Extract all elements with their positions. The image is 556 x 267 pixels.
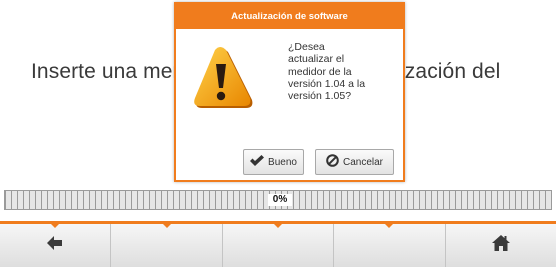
dialog-message-line: actualizar el: [288, 53, 345, 66]
cancel-button[interactable]: Cancelar: [315, 149, 394, 175]
toolbar-button-2[interactable]: [111, 224, 223, 267]
ok-label: Bueno: [268, 156, 297, 168]
dialog-message: ¿Desea actualizar el medidor de la versi…: [288, 41, 398, 102]
cancel-icon: [326, 154, 339, 170]
dialog-message-line: ¿Desea: [288, 41, 325, 53]
checkmark-icon: [250, 155, 265, 169]
ok-button[interactable]: Bueno: [243, 149, 304, 175]
update-dialog: Actualización de software ¿Desea actuali…: [174, 2, 405, 182]
progress-label: 0%: [268, 194, 292, 206]
home-icon: [491, 235, 510, 256]
dialog-message-line: medidor de la: [288, 65, 352, 78]
cancel-label: Cancelar: [342, 156, 384, 168]
toolbar-button-3[interactable]: [223, 224, 335, 267]
arrow-left-icon: [47, 236, 63, 255]
dialog-message-line: versión 1.04 a la: [288, 77, 366, 90]
dialog-message-line: versión 1.05?: [288, 90, 352, 103]
home-button[interactable]: [446, 224, 556, 267]
warning-icon: [190, 44, 254, 115]
toolbar-button-4[interactable]: [334, 224, 446, 267]
bottom-toolbar: [0, 221, 556, 267]
dialog-title: Actualización de software: [176, 4, 403, 29]
back-button[interactable]: [0, 224, 112, 267]
